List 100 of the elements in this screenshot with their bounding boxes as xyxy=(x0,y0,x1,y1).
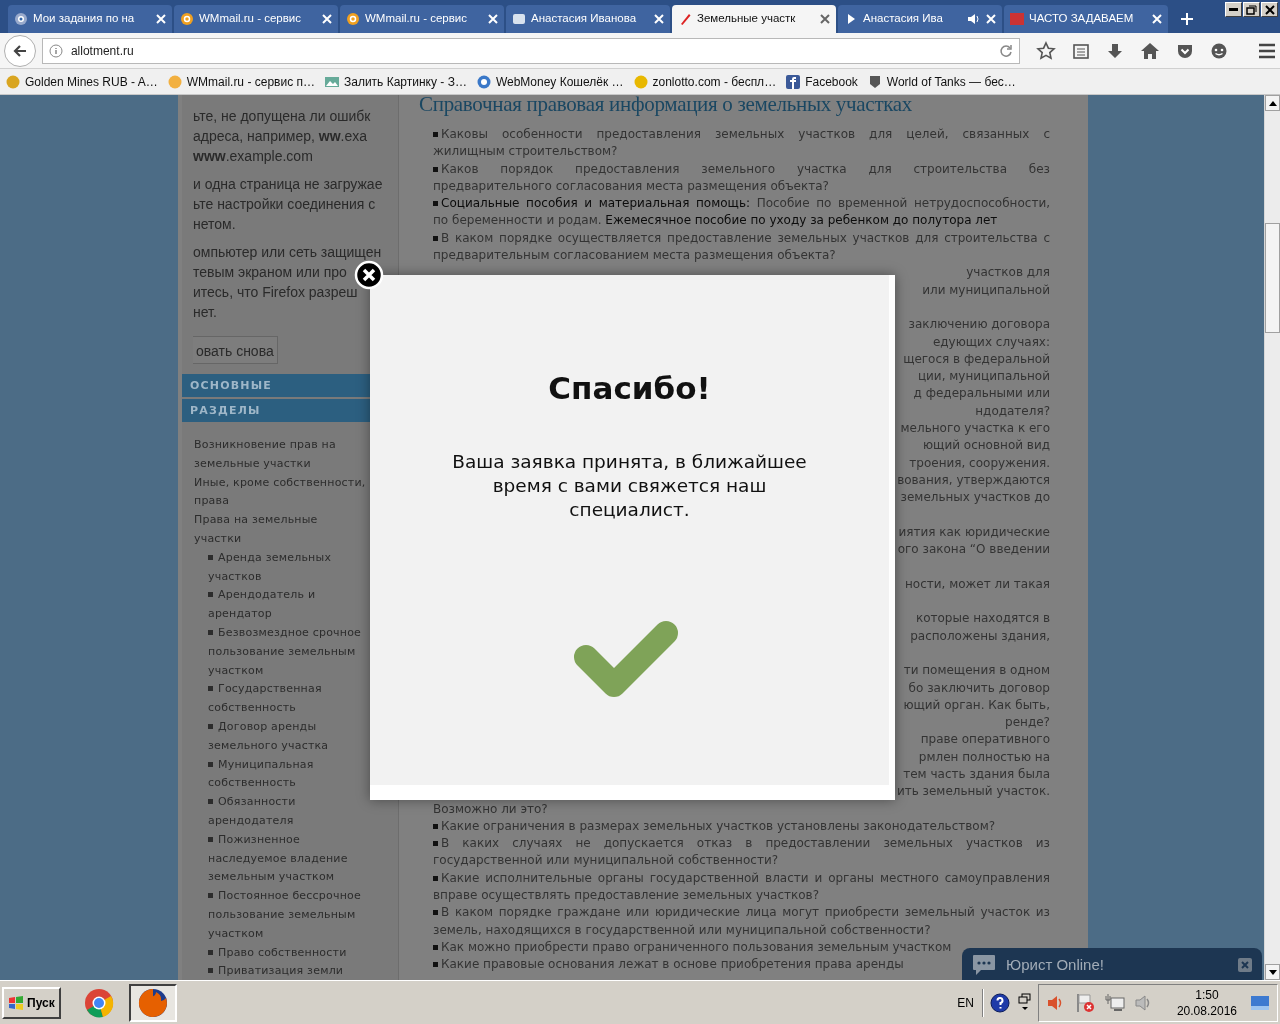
sidebar-link[interactable]: Право собственности xyxy=(208,943,368,963)
error-text-line: нетом. xyxy=(193,215,236,234)
square-icon xyxy=(1010,12,1024,26)
minimize-button[interactable] xyxy=(1225,2,1242,17)
reading-list-icon[interactable] xyxy=(1072,41,1090,60)
bookmark[interactable]: Facebook xyxy=(786,72,858,91)
clock-time: 1:50 xyxy=(1195,986,1219,1003)
flag-icon[interactable] xyxy=(1074,992,1095,1013)
article-line: тем часть здания была xyxy=(903,766,1050,783)
sidebar-link[interactable]: Обязанности арендодателя xyxy=(208,793,368,831)
taskbar-app-button[interactable] xyxy=(128,983,177,1022)
sidebar-link[interactable]: Приватизация земли xyxy=(208,962,368,980)
sidebar-link[interactable]: Постоянное бессрочное пользование земельным участком xyxy=(208,887,368,944)
sidebar-link[interactable]: Иные, кроме собственности, права xyxy=(194,473,368,512)
download-icon[interactable] xyxy=(1106,41,1124,60)
bookmark[interactable]: WebMoney Кошелёк … xyxy=(476,72,624,91)
article-line: щегося в федеральной xyxy=(903,350,1050,368)
browser-tab[interactable]: ЧАСТО ЗАДАВАЕМ xyxy=(1004,5,1168,33)
sidebar-link[interactable]: Права на земельные участки xyxy=(194,511,368,549)
bookmark-icon xyxy=(867,74,882,89)
article-line: земель, находящихся в государственной или муниципальной собственности? xyxy=(433,921,932,939)
sidebar-link[interactable]: Договор аренды земельного участка xyxy=(208,717,368,756)
address-text: allotment.ru xyxy=(70,42,135,60)
bookmark[interactable]: WMmail.ru - сервис п… xyxy=(167,72,315,91)
browser-tab[interactable]: WMmail.ru - сервис xyxy=(340,5,504,33)
reload-icon[interactable] xyxy=(999,43,1013,58)
firefox-icon xyxy=(136,986,169,1019)
article-line: ности, может ли такая xyxy=(904,575,1050,593)
chrome-icon xyxy=(82,986,115,1019)
close-button[interactable] xyxy=(1261,2,1278,17)
close-icon xyxy=(1264,4,1275,15)
article-line: В каких случаях не допускается отказ в предоставлении земельных участков из xyxy=(433,835,1050,853)
chat-widget[interactable]: Юрист Online! xyxy=(962,948,1262,980)
sidebar-link[interactable]: Арендодатель и арендатор xyxy=(208,586,368,624)
sidebar-link[interactable]: Аренда земельных участков xyxy=(208,548,368,587)
article-line: ющий орган. Как быть, xyxy=(903,696,1050,714)
sidebar-link[interactable]: Пожизненное наследуемое владение земельным участком xyxy=(208,830,368,888)
article-line: которые находятся в xyxy=(915,610,1050,628)
caret-up-icon xyxy=(1268,100,1277,106)
chat-icon[interactable] xyxy=(1210,41,1228,60)
browser-tab[interactable]: Анастасия Ива xyxy=(838,5,1002,33)
sidebar-link[interactable]: Муниципальная собственность xyxy=(208,755,368,794)
new-tab-icon[interactable] xyxy=(1180,12,1194,26)
minimize-icon xyxy=(1229,8,1238,11)
browser-tab[interactable]: Мои задания по на xyxy=(8,5,172,33)
scroll-up-button[interactable] xyxy=(1265,95,1280,111)
restore-icon xyxy=(1246,4,1257,15)
article-line: Каковы особенности предоставления земельных участков для целей, связанных с xyxy=(433,126,1050,144)
sidebar-link[interactable]: Государственная собственность xyxy=(208,680,368,718)
scroll-down-button[interactable] xyxy=(1265,964,1280,980)
article-line: земельных участков до xyxy=(900,489,1050,507)
browser-tab[interactable]: WMmail.ru - сервис xyxy=(174,5,338,33)
bookmark-icon xyxy=(6,74,20,89)
error-text-line: ьте, не допущена ли ошибк xyxy=(193,107,371,126)
address-field[interactable]: allotment.ru xyxy=(41,37,1020,64)
bookmark-icon xyxy=(167,74,182,89)
show-desktop-icon[interactable] xyxy=(1251,994,1269,1011)
article-line: Какие ограничения в размерах земельных участков установлены законодательством? xyxy=(433,817,1050,836)
browser-tab[interactable]: Анастасия Иванова xyxy=(506,5,670,33)
error-text-line: тевым экраном или про xyxy=(193,263,347,282)
sidebar-link[interactable]: Безвозмездное срочное пользование земельным участком xyxy=(208,623,368,681)
browser-tab[interactable]: Земельные участк xyxy=(672,5,836,33)
target-icon xyxy=(14,12,28,26)
star-icon[interactable] xyxy=(1036,40,1056,61)
home-icon[interactable] xyxy=(1140,41,1160,60)
menu-icon[interactable] xyxy=(1258,42,1276,59)
error-text-line: ьте настройки соединения с xyxy=(193,195,376,214)
start-button[interactable]: Пуск xyxy=(2,986,61,1019)
restore-button[interactable] xyxy=(1243,2,1260,17)
window-switch-icon[interactable] xyxy=(1017,992,1032,1013)
tab-title: ЧАСТО ЗАДАВАЕМ xyxy=(1029,11,1135,27)
bookmark-icon xyxy=(786,74,801,89)
article-line: мельного участка к его xyxy=(900,420,1050,438)
article-line: иятия как юридические xyxy=(898,523,1050,541)
sidebar-link[interactable]: Возникновение прав на земельные участки xyxy=(194,436,368,474)
help-icon[interactable] xyxy=(989,992,1010,1013)
article-line: ить земельный участок. xyxy=(896,783,1050,801)
error-text-line: адреса, например, ww.exa xyxy=(193,127,368,146)
network-icon[interactable] xyxy=(1104,992,1125,1013)
back-button[interactable] xyxy=(4,34,36,67)
retry-button[interactable]: овать снова xyxy=(193,336,278,364)
bookmark[interactable]: zonlotto.com - беспл… xyxy=(633,72,777,91)
scrollbar[interactable] xyxy=(1264,95,1280,980)
tab-title: Мои задания по на xyxy=(33,11,136,27)
chat-bubble-icon xyxy=(972,954,996,976)
article-title: Справочная правовая информация о земельных участках xyxy=(418,95,914,118)
chat-label: Юрист Online! xyxy=(1006,954,1105,975)
bookmark[interactable]: Залить Картинку - З… xyxy=(324,72,467,91)
scroll-thumb[interactable] xyxy=(1265,223,1280,333)
article-line: бо заключить договор xyxy=(908,679,1050,697)
article-line: Возможно ли это? xyxy=(433,800,549,818)
bookmark[interactable]: World of Tanks — бес… xyxy=(867,72,1016,91)
article-line: троения, сооружения. xyxy=(909,454,1050,472)
language-indicator[interactable]: EN xyxy=(957,993,974,1012)
article-line: заключению договора xyxy=(908,316,1050,334)
article-line: ции, муниципальной xyxy=(917,368,1050,386)
article-line: вования, утверждаются xyxy=(897,471,1050,489)
tab-title: Анастасия Ива xyxy=(863,11,944,27)
at-sign-icon xyxy=(346,12,360,26)
bookmark[interactable]: Golden Mines RUB - A… xyxy=(6,72,158,91)
